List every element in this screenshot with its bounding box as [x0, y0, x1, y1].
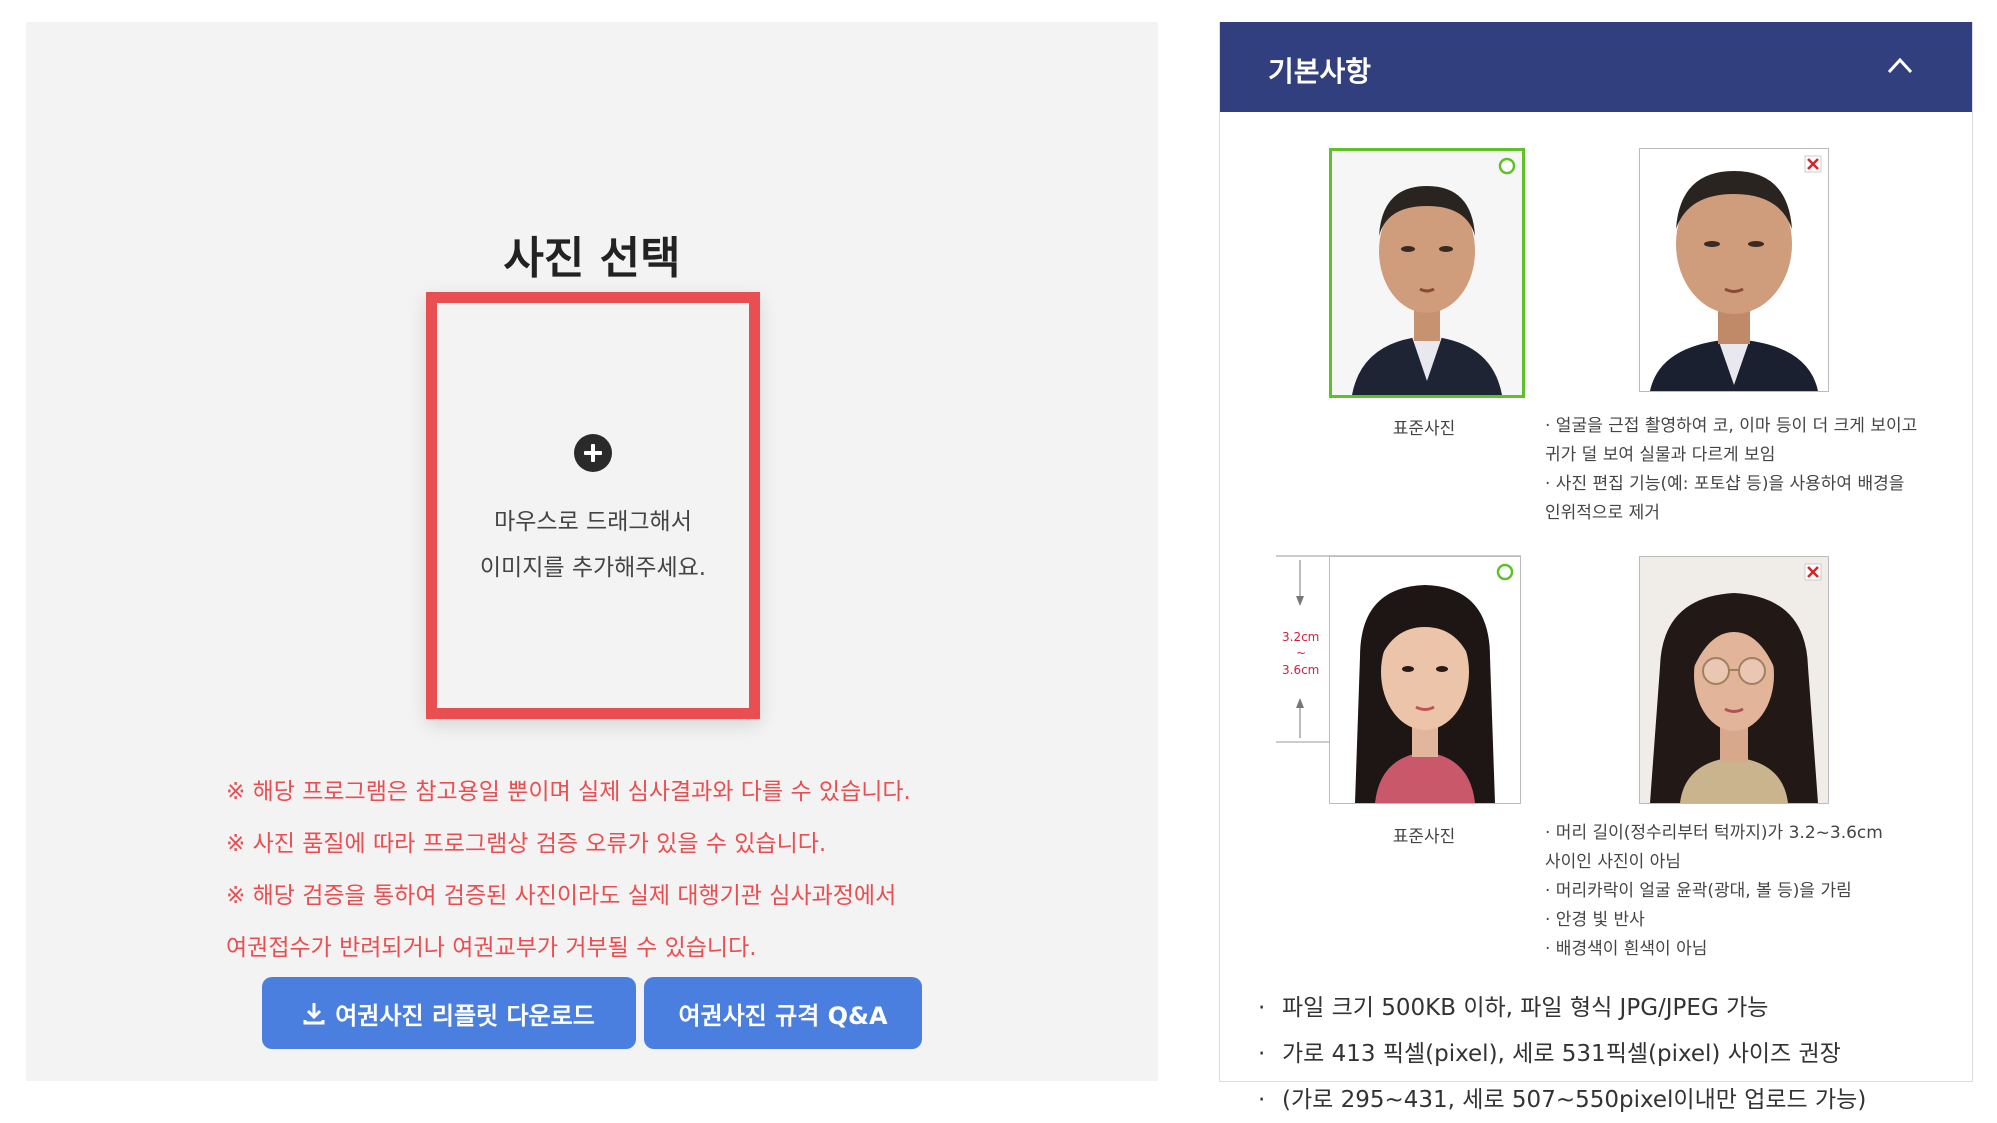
- dropzone-instructions: 마우스로 드래그해서 이미지를 추가해주세요.: [479, 509, 707, 581]
- rejected-photo-example-1: [1639, 148, 1829, 392]
- photo-spec-qa-button[interactable]: 여권사진 규격 Q&A: [644, 977, 922, 1049]
- basic-info-panel: 기본사항 표준사진 · 얼굴을 근접 촬영하여 코, 이마 등이 더 크게 보이…: [1219, 22, 1973, 1113]
- ruler-label-bottom: 3.6cm: [1282, 663, 1320, 677]
- notice-line: ※ 해당 검증을 통하여 검증된 사진이라도 실제 대행기관 심사과정에서: [226, 883, 897, 909]
- standard-photo-example-1: [1329, 148, 1525, 398]
- list-item: · (가로 295~431, 세로 507~550pixel이내만 업로드 가능): [1258, 1077, 1866, 1123]
- add-plus-icon[interactable]: [574, 434, 612, 472]
- rejected-x-icon: [1804, 155, 1822, 173]
- notice-line: 여권접수가 반려되거나 여권교부가 거부될 수 있습니다.: [226, 935, 757, 961]
- standard-photo-example-2: [1329, 556, 1521, 804]
- chevron-up-icon[interactable]: [1886, 54, 1914, 78]
- woman-glasses-portrait-icon: [1640, 557, 1828, 803]
- standard-photo-caption: 표준사진: [1392, 827, 1456, 847]
- bullet: ·: [1258, 995, 1266, 1021]
- photo-select-panel: 사진 선택 마우스로 드래그해서 이미지를 추가해주세요. ※ 해당 프로그램은…: [26, 22, 1158, 1081]
- notice-line: ※ 해당 프로그램은 참고용일 뿐이며 실제 심사결과와 다를 수 있습니다.: [226, 779, 911, 805]
- accordion-title: 기본사항: [1268, 55, 1372, 88]
- approved-circle-icon: [1498, 157, 1516, 175]
- standard-photo-caption: 표준사진: [1392, 419, 1456, 439]
- list-item: · 파일 크기 500KB 이하, 파일 형식 JPG/JPEG 가능: [1258, 985, 1866, 1031]
- woman-portrait-icon: [1330, 557, 1520, 803]
- download-icon: [303, 1003, 325, 1025]
- list-item: · 가로 413 픽셀(pixel), 세로 531픽셀(pixel) 사이즈 권…: [1258, 1031, 1866, 1077]
- rejected-photo-example-2: [1639, 556, 1829, 804]
- leaflet-download-button[interactable]: 여권사진 리플릿 다운로드: [262, 977, 636, 1049]
- file-requirements-list: · 파일 크기 500KB 이하, 파일 형식 JPG/JPEG 가능 · 가로 4…: [1258, 985, 1866, 1123]
- rejected-x-icon: [1804, 563, 1822, 581]
- basic-info-accordion-header[interactable]: 기본사항: [1220, 22, 1972, 112]
- leaflet-download-label: 여권사진 리플릿 다운로드: [335, 1001, 595, 1030]
- approved-circle-icon: [1496, 563, 1514, 581]
- page-title: 사진 선택: [503, 233, 681, 284]
- rejected-reasons-1: · 얼굴을 근접 촬영하여 코, 이마 등이 더 크게 보이고 귀가 덜 보여 …: [1545, 416, 1918, 523]
- photo-spec-qa-label: 여권사진 규격 Q&A: [678, 1001, 888, 1030]
- man-closeup-portrait-icon: [1640, 149, 1828, 391]
- photo-dropzone[interactable]: 마우스로 드래그해서 이미지를 추가해주세요.: [426, 292, 760, 719]
- rejected-reasons-2: · 머리 길이(정수리부터 턱까지)가 3.2~3.6cm 사이인 사진이 아님…: [1545, 823, 1883, 959]
- notice-line: ※ 사진 품질에 따라 프로그램상 검증 오류가 있을 수 있습니다.: [226, 831, 827, 857]
- man-portrait-icon: [1332, 151, 1522, 395]
- bullet: ·: [1258, 1087, 1266, 1113]
- disclaimer-notices: ※ 해당 프로그램은 참고용일 뿐이며 실제 심사결과와 다를 수 있습니다. …: [226, 766, 1046, 974]
- ruler-label-mid: ~: [1296, 646, 1307, 660]
- bullet: ·: [1258, 1041, 1266, 1067]
- ruler-label-top: 3.2cm: [1282, 630, 1320, 644]
